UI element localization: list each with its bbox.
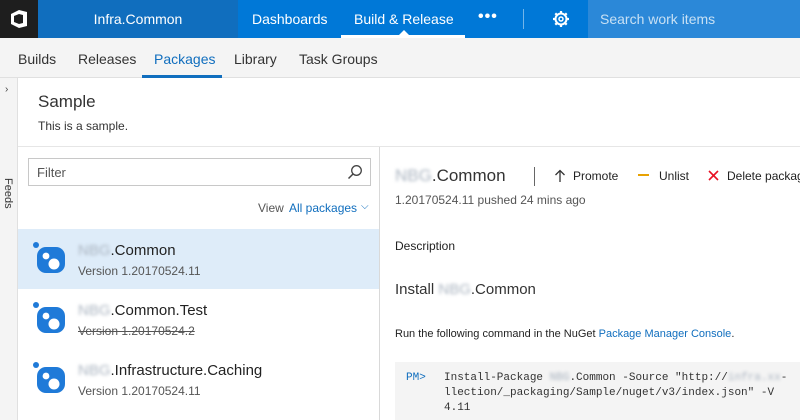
feed-title: Sample bbox=[38, 92, 96, 111]
package-version-unlisted: Version 1.20170524.2 bbox=[78, 324, 195, 338]
active-nav-caret bbox=[398, 30, 410, 36]
topbar-divider bbox=[523, 9, 524, 29]
package-row[interactable]: NBG.Infrastructure.Caching Version 1.201… bbox=[18, 349, 379, 409]
delete-label: Delete package bbox=[727, 169, 800, 183]
more-icon[interactable]: ••• bbox=[478, 8, 498, 26]
gear-icon[interactable] bbox=[552, 10, 570, 28]
nav-dashboards[interactable]: Dashboards bbox=[252, 0, 328, 38]
install-heading: Install NBG.Common bbox=[395, 281, 536, 298]
filter-box bbox=[28, 158, 371, 186]
tab-task-groups[interactable]: Task Groups bbox=[299, 51, 378, 67]
nuget-package-icon bbox=[33, 362, 65, 393]
view-dropdown[interactable]: All packages bbox=[289, 201, 357, 215]
code-line-1: Install-Package NBG.Common -Source "http… bbox=[444, 372, 788, 384]
unlist-button[interactable]: Unlist bbox=[638, 169, 689, 183]
package-manager-console-link[interactable]: Package Manager Console bbox=[599, 328, 732, 340]
code-prompt: PM> bbox=[406, 372, 426, 384]
active-tab-indicator bbox=[142, 75, 222, 78]
package-name: NBG.Common bbox=[78, 242, 176, 259]
top-bar: Infra.Common Dashboards Build & Release … bbox=[0, 0, 800, 38]
promote-label: Promote bbox=[573, 169, 619, 183]
package-row[interactable]: NBG.Common.Test Version 1.20170524.2 bbox=[18, 289, 379, 349]
pushed-info: 1.20170524.11 pushed 24 mins ago bbox=[395, 193, 586, 207]
package-version: Version 1.20170524.11 bbox=[78, 384, 201, 398]
nuget-package-icon bbox=[33, 302, 65, 333]
install-command-box[interactable]: PM> Install-Package NBG.Common -Source "… bbox=[395, 362, 800, 420]
tab-releases[interactable]: Releases bbox=[78, 51, 136, 67]
feeds-label: Feeds bbox=[2, 178, 14, 209]
package-version: Version 1.20170524.11 bbox=[78, 264, 201, 278]
close-icon bbox=[708, 170, 719, 181]
chevron-right-icon: › bbox=[5, 84, 9, 95]
tab-packages[interactable]: Packages bbox=[154, 51, 215, 67]
filter-input[interactable] bbox=[30, 160, 330, 184]
title-action-divider bbox=[534, 167, 535, 186]
code-line-3: 4.11 bbox=[444, 402, 471, 414]
code-line-2: llection/_packaging/Sample/nuget/v3/inde… bbox=[444, 387, 775, 399]
package-name: NBG.Common.Test bbox=[78, 302, 208, 319]
chevron-down-icon[interactable]: ⌵ bbox=[361, 201, 369, 212]
search-icon[interactable] bbox=[347, 164, 363, 180]
build-release-subnav: Builds Releases Packages Library Task Gr… bbox=[0, 38, 800, 78]
tab-builds[interactable]: Builds bbox=[18, 51, 56, 67]
feeds-panel-toggle[interactable]: › Feeds bbox=[0, 78, 18, 420]
arrow-up-icon bbox=[555, 169, 565, 182]
search-placeholder: Search work items bbox=[600, 11, 716, 27]
view-label: View bbox=[258, 201, 284, 215]
pane-splitter[interactable] bbox=[379, 147, 380, 420]
package-detail-title: NBG.Common bbox=[395, 166, 506, 185]
delete-package-button[interactable]: Delete package bbox=[708, 169, 800, 183]
account-project-selector[interactable]: Infra.Common bbox=[38, 0, 238, 38]
tab-library[interactable]: Library bbox=[234, 51, 277, 67]
install-instructions: Run the following command in the NuGet P… bbox=[395, 328, 735, 340]
feed-description: This is a sample. bbox=[38, 119, 129, 133]
package-name: NBG.Infrastructure.Caching bbox=[78, 362, 263, 379]
promote-button[interactable]: Promote bbox=[554, 169, 618, 183]
package-row-selected[interactable]: NBG.Common Version 1.20170524.11 bbox=[18, 229, 379, 289]
description-heading: Description bbox=[395, 239, 456, 253]
search-work-items-box[interactable]: Search work items bbox=[588, 0, 800, 38]
unlist-label: Unlist bbox=[659, 169, 690, 183]
vsts-logo-icon[interactable] bbox=[0, 0, 38, 38]
minus-icon bbox=[638, 174, 649, 176]
nuget-package-icon bbox=[33, 242, 65, 273]
